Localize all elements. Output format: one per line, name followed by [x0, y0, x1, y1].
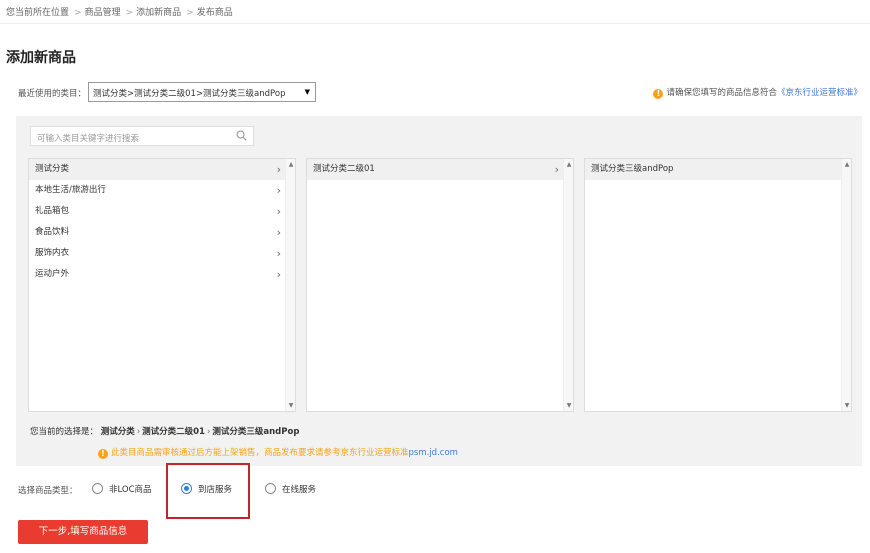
- scroll-down-icon[interactable]: ▼: [842, 402, 851, 409]
- category-item-label: 礼品箱包: [35, 206, 70, 216]
- category-item[interactable]: 食品饮料 ›: [29, 222, 285, 243]
- category-search-input[interactable]: 可输入类目关键字进行搜索: [30, 126, 254, 146]
- chevron-right-icon: ›: [276, 163, 281, 176]
- standard-notice-text: 请确保您填写的商品信息符合: [666, 88, 777, 98]
- category-item-label: 本地生活/旅游出行: [35, 185, 106, 195]
- radio-unchecked-icon[interactable]: [265, 483, 276, 494]
- selection-path-level1: 测试分类: [100, 427, 135, 437]
- category-item[interactable]: 礼品箱包 ›: [29, 201, 285, 222]
- recent-category-value: 测试分类>测试分类二级01>测试分类三级andPop: [93, 89, 286, 99]
- chevron-right-icon: ›: [276, 205, 281, 218]
- scrollbar[interactable]: ▲ ▼: [841, 159, 851, 411]
- chevron-right-icon: ›: [206, 427, 211, 437]
- audit-warning: ! 此类目商品需审核通过后方能上架销售，商品发布要求请参考京东行业运营标准psm.…: [98, 446, 458, 459]
- product-type-option-label: 在线服务: [282, 485, 317, 495]
- category-search-placeholder: 可输入类目关键字进行搜索: [37, 134, 140, 144]
- standard-notice: ! 请确保您填写的商品信息符合《京东行业运营标准》: [653, 86, 862, 99]
- caret-down-icon: ▼: [304, 88, 310, 96]
- recent-category-select[interactable]: 测试分类>测试分类二级01>测试分类三级andPop ▼: [88, 82, 316, 102]
- current-selection-label: 您当前的选择是：: [30, 427, 99, 437]
- scroll-down-icon[interactable]: ▼: [564, 402, 573, 409]
- product-type-option-label: 非LOC商品: [109, 485, 152, 495]
- selection-path-level2: 测试分类二级01: [142, 427, 205, 437]
- category-item-label: 测试分类: [35, 164, 70, 174]
- breadcrumb-item-publish: 发布商品: [196, 8, 233, 18]
- page-title: 添加新商品: [6, 50, 76, 66]
- category-column-level1[interactable]: 测试分类 › 本地生活/旅游出行 › 礼品箱包 › 食品饮料 › 服饰内衣 › 运动户外 ›…: [28, 158, 296, 412]
- product-type-option-online[interactable]: 在线服务: [265, 483, 316, 495]
- scroll-up-icon[interactable]: ▲: [564, 161, 573, 168]
- category-item-label: 运动户外: [35, 269, 70, 279]
- product-type-label: 选择商品类型：: [18, 486, 78, 496]
- category-item[interactable]: 测试分类三级andPop: [585, 159, 841, 180]
- radio-unchecked-icon[interactable]: [92, 483, 103, 494]
- category-item[interactable]: 服饰内衣 ›: [29, 243, 285, 264]
- search-icon[interactable]: [236, 130, 247, 141]
- breadcrumb-separator: >: [74, 8, 82, 18]
- breadcrumb-item-add-product[interactable]: 添加新商品: [136, 8, 181, 18]
- category-item-label: 服饰内衣: [35, 248, 70, 258]
- category-item[interactable]: 测试分类 ›: [29, 159, 285, 180]
- next-step-button[interactable]: 下一步,填写商品信息: [18, 520, 148, 544]
- category-item[interactable]: 运动户外 ›: [29, 264, 285, 285]
- scroll-down-icon[interactable]: ▼: [286, 402, 295, 409]
- current-selection: 您当前的选择是： 测试分类 › 测试分类二级01 › 测试分类三级andPop: [30, 425, 299, 437]
- selection-path-level3: 测试分类三级andPop: [212, 427, 300, 437]
- chevron-right-icon: ›: [276, 247, 281, 260]
- chevron-right-icon: ›: [276, 226, 281, 239]
- scrollbar[interactable]: ▲ ▼: [563, 159, 573, 411]
- audit-warning-text: 此类目商品需审核通过后方能上架销售，商品发布要求请参考京东行业运营标准: [111, 448, 409, 458]
- product-type-option-non-loc[interactable]: 非LOC商品: [92, 483, 152, 495]
- recent-category-label: 最近使用的类目：: [18, 89, 87, 99]
- scroll-up-icon[interactable]: ▲: [286, 161, 295, 168]
- category-item-label: 食品饮料: [35, 227, 70, 237]
- category-item-label: 测试分类三级andPop: [591, 164, 674, 174]
- category-column-level3[interactable]: 测试分类三级andPop ▲ ▼: [584, 158, 852, 412]
- breadcrumb-item-product-management[interactable]: 商品管理: [85, 8, 121, 18]
- scroll-up-icon[interactable]: ▲: [842, 161, 851, 168]
- category-item[interactable]: 本地生活/旅游出行 ›: [29, 180, 285, 201]
- breadcrumb-item-location: 您当前所在位置: [6, 8, 70, 18]
- category-column-level2[interactable]: 测试分类二级01 › ▲ ▼: [306, 158, 574, 412]
- chevron-right-icon: ›: [554, 163, 559, 176]
- breadcrumb: 您当前所在位置 > 商品管理 > 添加新商品 > 发布商品: [0, 0, 870, 24]
- category-panel: 可输入类目关键字进行搜索 测试分类 › 本地生活/旅游出行 › 礼品箱包 › 食品饮料…: [16, 116, 862, 466]
- scrollbar[interactable]: ▲ ▼: [285, 159, 295, 411]
- standard-link[interactable]: 《京东行业运营标准》: [777, 88, 862, 98]
- psm-link[interactable]: psm.jd.com: [409, 448, 458, 458]
- chevron-right-icon: ›: [276, 184, 281, 197]
- category-item[interactable]: 测试分类二级01 ›: [307, 159, 563, 180]
- chevron-right-icon: ›: [136, 427, 141, 437]
- warning-icon: !: [98, 449, 108, 459]
- breadcrumb-separator: >: [186, 8, 194, 18]
- warning-icon: !: [653, 89, 664, 99]
- breadcrumb-separator: >: [125, 8, 134, 18]
- category-item-label: 测试分类二级01: [313, 164, 375, 174]
- chevron-right-icon: ›: [276, 268, 281, 281]
- highlight-annotation-box: [166, 463, 250, 519]
